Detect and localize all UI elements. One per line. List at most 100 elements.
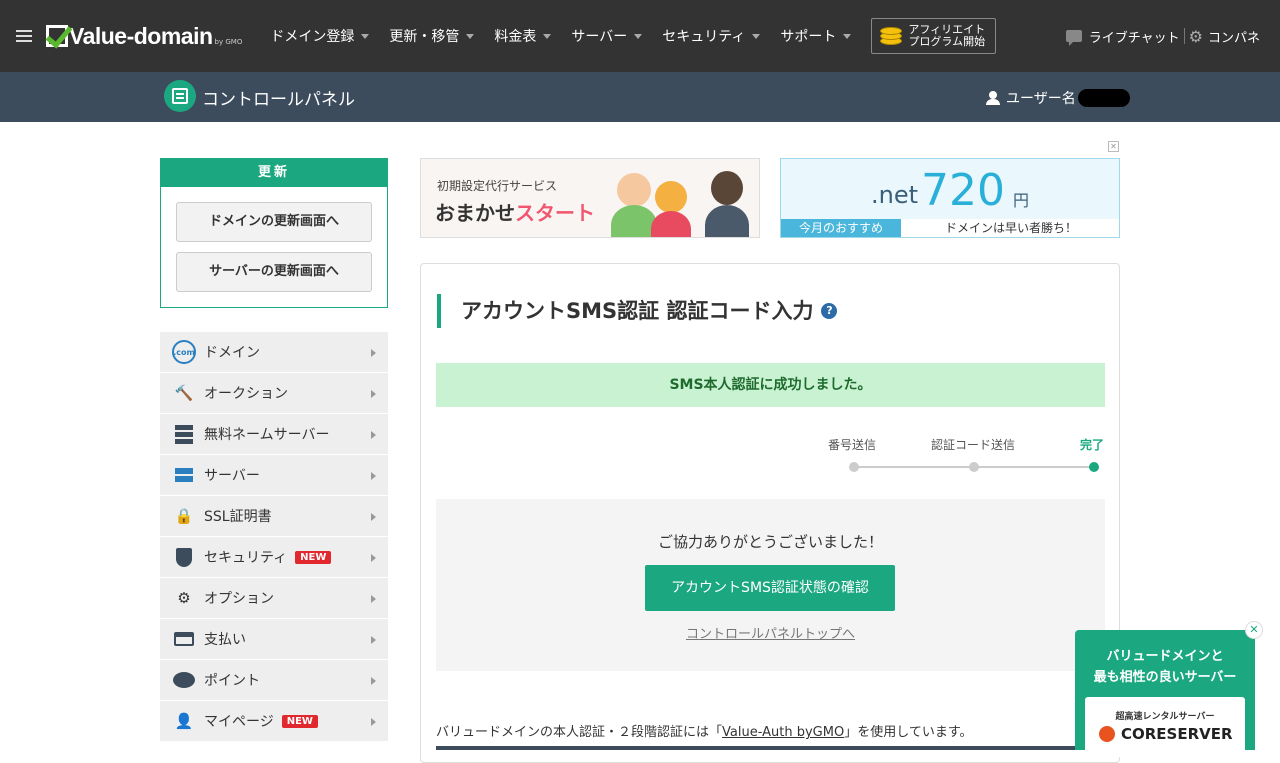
thanks-text: ご協力ありがとうございました！ xyxy=(657,533,883,551)
top-right-links: ライブチャット ⚙ コンパネ xyxy=(1065,0,1260,72)
sidebar-item-server[interactable]: サーバー xyxy=(160,455,388,496)
coreserver-logo-icon xyxy=(1099,726,1115,742)
banner-footer: 今月のおすすめ ドメインは早い者勝ち！ xyxy=(781,219,1119,237)
sidebar-item-label: ポイント xyxy=(204,673,260,689)
affiliate-button[interactable]: アフィリエイト プログラム開始 xyxy=(871,18,997,54)
control-panel-icon xyxy=(164,80,196,112)
step-dot xyxy=(969,462,979,472)
float-ad-card: 超高速レンタルサーバー CORESERVER xyxy=(1085,697,1245,757)
value-auth-link[interactable]: Value-Auth byGMO xyxy=(722,725,844,740)
sidebar-item-label: SSL証明書 xyxy=(204,509,272,525)
sidebar-item-free-nameserver[interactable]: 無料ネームサーバー xyxy=(160,414,388,455)
float-ad-text: バリュードメインと 最も相性の良いサーバー xyxy=(1093,649,1237,685)
person-illustration-icon xyxy=(705,205,749,237)
coreserver-float-ad[interactable]: バリュードメインと 最も相性の良いサーバー 超高速レンタルサーバー CORESE… xyxy=(1075,630,1255,757)
step-label: 番号送信 xyxy=(828,438,877,452)
gavel-icon: 🔨 xyxy=(174,384,194,402)
banner-footer-left: 今月のおすすめ xyxy=(781,219,901,237)
server-renew-button[interactable]: サーバーの更新画面へ xyxy=(176,252,372,292)
ad-close-icon[interactable]: ✕ xyxy=(1108,141,1119,152)
nav-server[interactable]: サーバー xyxy=(571,26,643,46)
domain-renew-button[interactable]: ドメインの更新画面へ xyxy=(176,202,372,242)
renew-heading: 更新 xyxy=(161,159,387,187)
chevron-right-icon xyxy=(371,390,376,398)
control-panel-title[interactable]: コントロールパネル xyxy=(202,85,355,110)
caret-down-icon xyxy=(634,33,643,39)
user-icon: 👤 xyxy=(174,712,194,730)
close-icon[interactable]: ✕ xyxy=(1245,621,1263,639)
banner-footer-right: ドメインは早い者勝ち！ xyxy=(901,219,1119,237)
control-panel-link[interactable]: コンパネ xyxy=(1208,27,1260,46)
sidebar-item-mypage[interactable]: 👤 マイページ NEW xyxy=(160,701,388,742)
shield-icon xyxy=(171,544,197,570)
sidebar-item-domain[interactable]: .com ドメイン xyxy=(160,332,388,373)
user-icon xyxy=(986,91,1000,105)
float-ad-subtitle: 超高速レンタルサーバー xyxy=(1115,712,1215,722)
value-domain-logo[interactable]: Value-domain by GMO xyxy=(46,25,242,48)
new-badge: NEW xyxy=(281,714,318,728)
omakase-start-banner[interactable]: 初期設定代行サービス おまかせスタート xyxy=(420,158,760,238)
renew-box: 更新 ドメインの更新画面へ サーバーの更新画面へ xyxy=(160,158,388,308)
piggy-bank-icon xyxy=(171,667,197,693)
page-title: アカウントSMS認証 認証コード入力 ? xyxy=(437,294,838,328)
banner-title: おまかせスタート xyxy=(435,201,595,225)
live-chat-link[interactable]: ライブチャット xyxy=(1089,27,1180,46)
confirm-sms-status-button[interactable]: アカウントSMS認証状態の確認 xyxy=(645,565,895,611)
person-illustration-icon xyxy=(655,181,687,213)
sidebar-item-label: セキュリティ xyxy=(204,550,288,566)
nav-security[interactable]: セキュリティ xyxy=(662,26,761,46)
card-icon xyxy=(171,626,197,652)
redacted-username xyxy=(1077,89,1130,107)
sidebar-item-label: オプション xyxy=(204,591,274,607)
sidebar-item-point[interactable]: ポイント xyxy=(160,660,388,701)
nav-domain-register[interactable]: ドメイン登録 xyxy=(270,26,370,46)
sidebar-item-label: マイページ xyxy=(204,714,274,730)
chevron-right-icon xyxy=(371,431,376,439)
caret-down-icon xyxy=(843,33,852,39)
banner-subtitle: 初期設定代行サービス xyxy=(437,179,558,193)
sidebar-item-payment[interactable]: 支払い xyxy=(160,619,388,660)
sidebar-item-label: ドメイン xyxy=(204,345,260,361)
sidebar-item-auction[interactable]: 🔨 オークション xyxy=(160,373,388,414)
chevron-right-icon xyxy=(371,554,376,562)
coreserver-logo: CORESERVER xyxy=(1099,725,1233,743)
server-stack-icon xyxy=(171,421,197,447)
sms-auth-panel: アカウントSMS認証 認証コード入力 ? SMS本人認証に成功しました。 番号送… xyxy=(420,263,1120,763)
new-badge: NEW xyxy=(295,550,332,564)
chevron-right-icon xyxy=(371,472,376,480)
banner-tld: .net xyxy=(871,181,919,209)
server-icon xyxy=(171,462,197,488)
person-illustration-icon xyxy=(617,173,651,207)
footer-bar xyxy=(436,746,1091,750)
step-label: 認証コード送信 xyxy=(931,438,1016,452)
progress-steps: 番号送信 認証コード送信 完了 xyxy=(816,436,1116,476)
chevron-right-icon xyxy=(371,718,376,726)
caret-down-icon xyxy=(543,33,552,39)
globe-icon: .com xyxy=(171,339,197,365)
help-icon[interactable]: ? xyxy=(821,303,838,319)
sidebar-item-option[interactable]: ⚙ オプション xyxy=(160,578,388,619)
chevron-right-icon xyxy=(371,513,376,521)
coins-icon xyxy=(880,25,903,47)
caret-down-icon xyxy=(466,33,475,39)
chevron-right-icon xyxy=(371,677,376,685)
sidebar-menu: .com ドメイン 🔨 オークション 無料ネームサーバー サーバー 🔒 SSL証… xyxy=(160,332,388,742)
nav-renew-transfer[interactable]: 更新・移管 xyxy=(389,26,475,46)
user-menu[interactable]: ユーザー名 xyxy=(986,88,1130,108)
nav-support[interactable]: サポート xyxy=(780,26,852,46)
hamburger-menu-icon[interactable] xyxy=(16,30,32,42)
step-label-active: 完了 xyxy=(1080,438,1105,452)
affiliate-label: アフィリエイト プログラム開始 xyxy=(908,23,986,48)
sidebar-item-ssl[interactable]: 🔒 SSL証明書 xyxy=(160,496,388,537)
sidebar-item-security[interactable]: セキュリティ NEW xyxy=(160,537,388,578)
net-domain-banner[interactable]: .net 720 円 今月のおすすめ ドメインは早い者勝ち！ xyxy=(780,158,1120,238)
sidebar-item-label: サーバー xyxy=(204,468,260,484)
user-label: ユーザー名 xyxy=(1006,91,1076,107)
chat-icon xyxy=(1065,30,1082,46)
chevron-right-icon xyxy=(371,595,376,603)
nav-pricing[interactable]: 料金表 xyxy=(494,26,552,46)
top-navigation-bar: Value-domain by GMO ドメイン登録 更新・移管 料金表 サーバ… xyxy=(0,0,1280,72)
success-message: SMS本人認証に成功しました。 xyxy=(436,363,1105,407)
control-panel-top-link[interactable]: コントロールパネルトップへ xyxy=(436,623,1105,642)
footer-note: バリュードメインの本人認証・２段階認証には「Value-Auth byGMO」を… xyxy=(436,725,973,740)
